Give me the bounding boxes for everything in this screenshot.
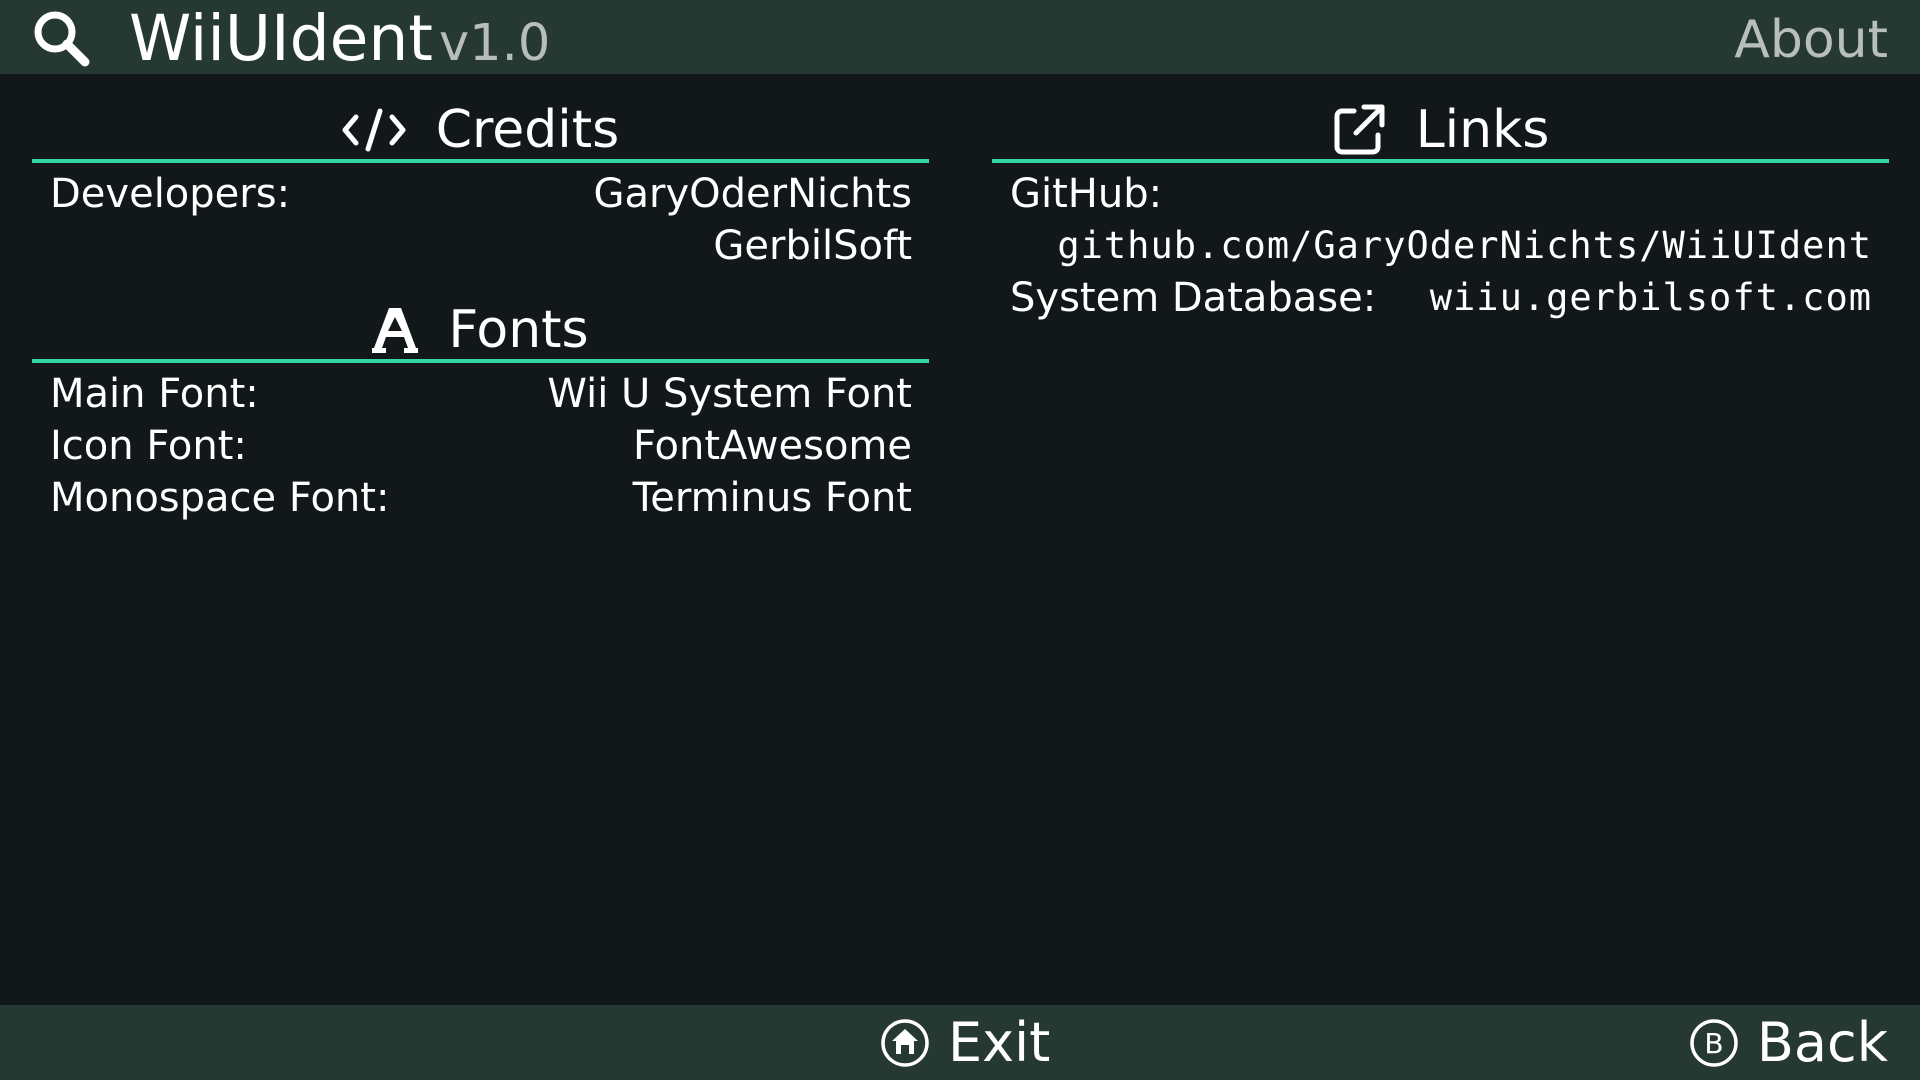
credits-divider [32, 159, 929, 163]
fonts-divider [32, 359, 929, 363]
page-title: About [1734, 10, 1888, 70]
font-row: Main Font: Wii U System Font [50, 368, 912, 420]
system-database-row: System Database: wiiu.gerbilsoft.com [1010, 272, 1872, 324]
font-row: Icon Font: FontAwesome [50, 420, 912, 472]
font-label: Monospace Font: [50, 475, 390, 521]
font-label: Main Font: [50, 371, 259, 417]
links-heading-label: Links [1415, 100, 1550, 160]
back-label: Back [1756, 1011, 1888, 1074]
github-row: GitHub: [1010, 168, 1872, 220]
svg-text:B: B [1704, 1027, 1723, 1060]
developer-name: GerbilSoft [713, 223, 912, 269]
links-divider [992, 159, 1889, 163]
system-database-label: System Database: [1010, 275, 1377, 321]
search-icon [34, 11, 90, 67]
external-link-icon [1334, 104, 1385, 155]
home-button-icon [881, 1018, 929, 1067]
exit-label: Exit [948, 1011, 1051, 1074]
app-version: v1.0 [439, 14, 551, 73]
font-value: FontAwesome [632, 423, 912, 469]
app-title: WiiUIdent v1.0 [129, 2, 550, 81]
developers-label: Developers: [50, 171, 291, 217]
fonts-heading-label: Fonts [448, 300, 589, 360]
github-link[interactable]: github.com/GaryOderNichts/WiiUIdent [1057, 220, 1872, 272]
b-button-icon: B [1690, 1018, 1738, 1067]
header-bar: WiiUIdent v1.0 About [0, 0, 1920, 75]
links-heading: Links [992, 95, 1889, 165]
system-database-link[interactable]: wiiu.gerbilsoft.com [1430, 272, 1872, 324]
app-name: WiiUIdent [129, 2, 433, 75]
font-row: Monospace Font: Terminus Font [50, 472, 912, 524]
credits-heading: Credits [32, 95, 929, 165]
footer-bar: Exit B Back [0, 1005, 1920, 1080]
font-label: Icon Font: [50, 423, 247, 469]
font-icon [372, 308, 419, 353]
credits-heading-label: Credits [435, 100, 620, 160]
developer-name: GaryOderNichts [593, 171, 912, 217]
github-label: GitHub: [1010, 171, 1163, 217]
code-icon [342, 108, 406, 152]
fonts-heading: Fonts [32, 295, 929, 365]
app-window: WiiUIdent v1.0 About Credits Developers: … [0, 0, 1920, 1080]
github-url-row: github.com/GaryOderNichts/WiiUIdent [1010, 220, 1872, 272]
developers-row-2: GerbilSoft [50, 220, 912, 272]
font-value: Terminus Font [632, 475, 912, 521]
developers-row: Developers: GaryOderNichts [50, 168, 912, 220]
font-value: Wii U System Font [547, 371, 912, 417]
exit-button[interactable]: Exit [880, 1005, 1050, 1080]
back-button[interactable]: B Back [1689, 1005, 1888, 1080]
